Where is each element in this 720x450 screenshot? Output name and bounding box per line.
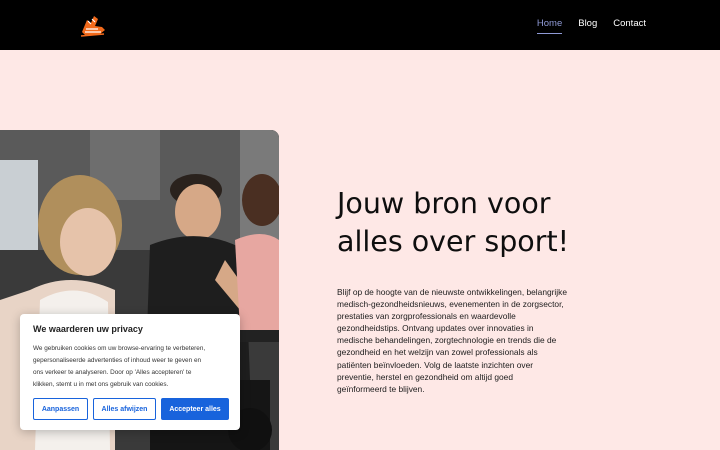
accept-all-button[interactable]: Accepteer alles (161, 398, 229, 420)
cookie-description: We gebruiken cookies om uw browse-ervari… (33, 343, 227, 391)
description-line: gezondheidstips. Ontvang updates over in… (337, 323, 534, 334)
cookie-text-line: gepersonaliseerde advertenties of inhoud… (33, 357, 202, 364)
cookie-title: We waarderen uw privacy (33, 324, 143, 334)
headline-line: Jouw bron voor (337, 187, 551, 220)
sneaker-icon[interactable] (78, 10, 108, 40)
main-nav: Home Blog Contact (536, 18, 646, 34)
nav-blog-link[interactable]: Blog (578, 18, 597, 34)
description-line: prestaties van zorgprofessionals en waar… (337, 311, 516, 322)
description-line: gezondheid en het welzijn van zowel prof… (337, 347, 538, 358)
cookie-text-line: We gebruiken cookies om uw browse-ervari… (33, 345, 206, 352)
description-line: medisch-gezondheidsnieuws, evenementen i… (337, 299, 564, 310)
description-line: patiënten beïnvloeden. Volg de laatste i… (337, 359, 534, 370)
hero-headline: Jouw bron voor alles over sport! (337, 185, 637, 261)
nav-contact-link[interactable]: Contact (613, 18, 646, 34)
description-line: geïnformeerd te blijven. (337, 383, 425, 394)
headline-line: alles over sport! (337, 225, 570, 258)
reject-all-button[interactable]: Alles afwijzen (93, 398, 156, 420)
customize-button[interactable]: Aanpassen (33, 398, 88, 420)
cookie-actions: Aanpassen Alles afwijzen Accepteer alles (33, 398, 229, 420)
description-line: medische behandelingen, zorgtechnologie … (337, 335, 557, 346)
cookie-text-line: klikken, stemt u in met ons gebruik van … (33, 381, 169, 388)
site-header: Home Blog Contact (0, 0, 720, 50)
hero-description: Blijf op de hoogte van de nieuwste ontwi… (337, 286, 587, 395)
description-line: preventie, herstel en gezondheid om alti… (337, 371, 513, 382)
cookie-consent-banner: We waarderen uw privacy We gebruiken coo… (20, 314, 240, 430)
nav-home-link[interactable]: Home (536, 18, 563, 34)
description-line: Blijf op de hoogte van de nieuwste ontwi… (337, 287, 567, 297)
cookie-text-line: ons verkeer te analyseren. Door op 'Alle… (33, 369, 192, 376)
